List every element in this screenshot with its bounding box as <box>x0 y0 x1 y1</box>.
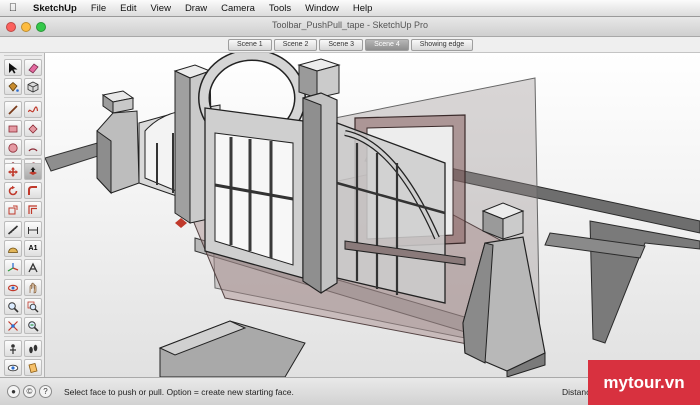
tool-group-modification <box>4 159 42 218</box>
section-plane-icon[interactable] <box>24 359 42 376</box>
paint-bucket-icon[interactable] <box>4 78 22 95</box>
scene-tab-1[interactable]: Scene 1 <box>228 39 272 51</box>
follow-me-icon[interactable] <box>24 182 42 199</box>
scene-tab-3[interactable]: Scene 3 <box>319 39 364 51</box>
push-pull-icon[interactable] <box>24 163 42 180</box>
circle-icon[interactable] <box>4 139 22 156</box>
previous-view-icon[interactable] <box>24 317 42 334</box>
menu-file[interactable]: File <box>84 3 113 14</box>
rotate-icon[interactable] <box>4 182 22 199</box>
rectangle-icon[interactable] <box>4 120 22 137</box>
large-tool-set: A1 <box>0 53 45 377</box>
scale-icon[interactable] <box>4 201 22 218</box>
zoom-window-icon[interactable] <box>24 298 42 315</box>
position-camera-icon[interactable] <box>4 340 22 357</box>
arc-icon[interactable] <box>24 139 42 156</box>
3d-text-icon[interactable] <box>24 259 42 276</box>
axes-icon[interactable] <box>4 259 22 276</box>
protractor-icon[interactable] <box>4 240 22 257</box>
menu-tools[interactable]: Tools <box>262 3 298 14</box>
scene-tab-2[interactable]: Scene 2 <box>273 39 318 51</box>
rotated-rectangle-icon[interactable] <box>24 120 42 137</box>
status-icons: ● © ? <box>7 385 52 398</box>
model-scene <box>45 53 700 377</box>
menu-app[interactable]: SketchUp <box>26 3 84 14</box>
eraser-icon[interactable] <box>24 59 42 76</box>
tool-group-walkthrough <box>4 336 42 376</box>
status-help-text: Select face to push or pull. Option = cr… <box>64 387 294 397</box>
drawing-viewport[interactable] <box>45 53 700 377</box>
scene-tabs: Scene 1 Scene 2 Scene 3 Scene 4 Showing … <box>228 39 475 51</box>
tool-group-camera <box>4 275 42 334</box>
line-icon[interactable] <box>4 101 22 118</box>
text-icon[interactable]: A1 <box>24 240 42 257</box>
menu-bar:  SketchUp File Edit View Draw Camera To… <box>0 0 700 17</box>
menu-view[interactable]: View <box>144 3 178 14</box>
window-title: Toolbar_PushPull_tape - SketchUp Pro <box>271 20 429 30</box>
menu-window[interactable]: Window <box>298 3 346 14</box>
menu-help[interactable]: Help <box>346 3 380 14</box>
orbit-icon[interactable] <box>4 279 22 296</box>
tool-group-construction: A1 <box>4 217 42 276</box>
look-around-icon[interactable] <box>4 359 22 376</box>
watermark-logo: mytour.vn <box>588 360 700 405</box>
move-icon[interactable] <box>4 163 22 180</box>
scene-tab-showing-edge[interactable]: Showing edge <box>410 39 474 51</box>
sketchup-window:  SketchUp File Edit View Draw Camera To… <box>0 0 700 405</box>
freehand-icon[interactable] <box>24 101 42 118</box>
select-icon[interactable] <box>4 59 22 76</box>
tool-group-principal <box>4 55 42 95</box>
title-bar: Toolbar_PushPull_tape - SketchUp Pro <box>0 17 700 37</box>
tape-measure-icon[interactable] <box>4 221 22 238</box>
make-component-icon[interactable] <box>24 78 42 95</box>
walk-icon[interactable] <box>24 340 42 357</box>
credits-icon[interactable]: © <box>23 385 36 398</box>
zoom-icon[interactable] <box>4 298 22 315</box>
scene-tabs-bar: Scene 1 Scene 2 Scene 3 Scene 4 Showing … <box>0 37 700 53</box>
geo-location-icon[interactable]: ● <box>7 385 20 398</box>
pan-icon[interactable] <box>24 279 42 296</box>
instructor-icon[interactable]: ? <box>39 385 52 398</box>
menu-camera[interactable]: Camera <box>214 3 262 14</box>
zoom-extents-icon[interactable] <box>4 317 22 334</box>
scene-tab-4[interactable]: Scene 4 <box>365 39 409 51</box>
apple-icon[interactable]:  <box>0 2 26 14</box>
offset-icon[interactable] <box>24 201 42 218</box>
menu-draw[interactable]: Draw <box>178 3 214 14</box>
dimension-icon[interactable] <box>24 221 42 238</box>
menu-edit[interactable]: Edit <box>113 3 143 14</box>
